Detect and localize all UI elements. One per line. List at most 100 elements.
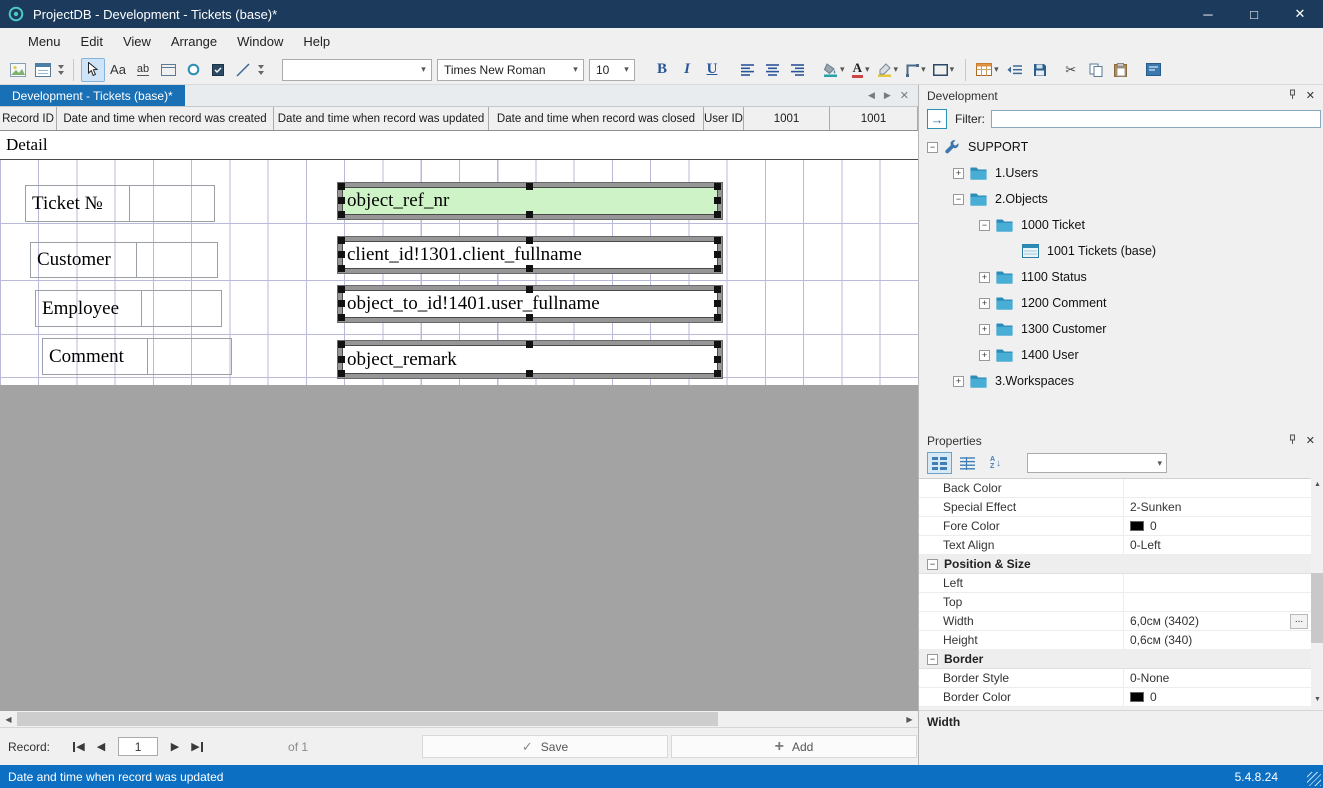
previous-record-button[interactable]: ◀ <box>90 736 112 758</box>
scrollbar-thumb[interactable] <box>17 712 718 726</box>
collapse-icon[interactable]: − <box>927 558 938 570</box>
menu-item-menu[interactable]: Menu <box>18 28 71 55</box>
selection-handle[interactable] <box>714 265 721 272</box>
tree-item-1-users[interactable]: +1.Users <box>919 160 1323 186</box>
border-style-button[interactable]: ▾ <box>930 58 958 82</box>
scrollbar-thumb[interactable] <box>1311 573 1323 643</box>
outline-button[interactable] <box>1003 58 1027 82</box>
designer-field-client-id-1301-client-fullname[interactable]: client_id!1301.client_fullname <box>338 237 722 273</box>
selection-handle[interactable] <box>338 300 345 307</box>
selection-handle[interactable] <box>714 237 721 244</box>
tab-scroll-right-icon[interactable]: ▶ <box>884 90 891 101</box>
selection-handle[interactable] <box>526 286 533 293</box>
label-tool-button[interactable]: Aa <box>106 58 130 82</box>
toolbar-overflow-chevrons[interactable] <box>56 58 66 82</box>
property-value[interactable]: 0 <box>1124 517 1311 535</box>
tab-development-tickets[interactable]: Development - Tickets (base)* <box>0 85 185 106</box>
form-view-button[interactable] <box>31 58 55 82</box>
selection-handle[interactable] <box>526 183 533 190</box>
next-record-button[interactable]: ▶ <box>164 736 186 758</box>
menu-item-edit[interactable]: Edit <box>71 28 113 55</box>
property-value[interactable] <box>1124 479 1311 497</box>
record-number-input[interactable]: 1 <box>118 737 159 756</box>
scroll-up-icon[interactable]: ▲ <box>1311 478 1323 491</box>
tree-item-1400-user[interactable]: +1400 User <box>919 342 1323 368</box>
design-canvas[interactable]: Ticket № object_ref_nr Customer client_id!1… <box>0 160 918 385</box>
properties-vertical-scrollbar[interactable]: ▲ ▼ <box>1311 478 1323 706</box>
selection-handle[interactable] <box>338 314 345 321</box>
selection-handle[interactable] <box>714 314 721 321</box>
table-insert-button[interactable]: ▾ <box>973 58 1002 82</box>
selection-handle[interactable] <box>714 183 721 190</box>
insert-image-button[interactable] <box>6 58 30 82</box>
align-center-button[interactable] <box>760 58 784 82</box>
property-value[interactable]: 0 <box>1124 688 1311 706</box>
property-row-text-align[interactable]: Text Align 0-Left <box>919 536 1311 555</box>
menu-item-arrange[interactable]: Arrange <box>161 28 227 55</box>
selection-handle[interactable] <box>526 211 533 218</box>
sort-az-button[interactable]: AZ ↓ <box>983 452 1008 474</box>
align-right-button[interactable] <box>785 58 809 82</box>
form-header-col-0[interactable]: Record ID <box>0 107 57 130</box>
designer-field-object-remark[interactable]: object_remark <box>338 341 722 378</box>
ellipsis-button[interactable]: ... <box>1290 614 1308 629</box>
tree-item-1300-customer[interactable]: +1300 Customer <box>919 316 1323 342</box>
form-header-col-5[interactable]: 1001 <box>744 107 830 130</box>
style-combobox[interactable]: ▾ <box>282 58 432 81</box>
border-corner-button[interactable]: ▾ <box>902 58 929 82</box>
form-header-col-6[interactable]: 1001 <box>830 107 918 130</box>
property-value[interactable]: 0-Left <box>1124 536 1311 554</box>
collapse-icon[interactable]: − <box>979 219 990 231</box>
expand-icon[interactable]: + <box>979 271 990 283</box>
property-row-width[interactable]: Width 6,0см (3402)... <box>919 612 1311 631</box>
close-panel-icon[interactable]: ✕ <box>1306 434 1315 447</box>
resize-grip[interactable] <box>1307 772 1321 786</box>
italic-button[interactable]: I <box>675 58 699 82</box>
selection-handle[interactable] <box>338 355 345 363</box>
selection-handle[interactable] <box>714 286 721 293</box>
more-tools-chevrons[interactable] <box>256 58 266 82</box>
selection-handle[interactable] <box>338 251 345 258</box>
designer-empty-cell[interactable] <box>148 338 232 375</box>
property-group-position-size[interactable]: − Position & Size <box>919 555 1311 574</box>
form-header-col-3[interactable]: Date and time when record was closed <box>489 107 704 130</box>
form-header-col-4[interactable]: User ID <box>704 107 744 130</box>
selection-handle[interactable] <box>338 197 345 204</box>
pin-icon[interactable] <box>1287 89 1298 103</box>
selection-handle[interactable] <box>338 211 345 218</box>
copy-button[interactable] <box>1084 58 1108 82</box>
grid-view-button[interactable] <box>955 452 980 474</box>
tree-item-1100-status[interactable]: +1100 Status <box>919 264 1323 290</box>
font-family-combobox[interactable]: Times New Roman ▾ <box>437 58 584 81</box>
property-row-fore-color[interactable]: Fore Color 0 <box>919 517 1311 536</box>
font-size-combobox[interactable]: 10 ▾ <box>589 58 635 81</box>
highlight-color-button[interactable]: ▾ <box>874 58 902 82</box>
property-row-top[interactable]: Top <box>919 593 1311 612</box>
designer-empty-cell[interactable] <box>137 242 218 278</box>
selection-handle[interactable] <box>526 341 533 348</box>
selection-handle[interactable] <box>526 314 533 321</box>
tree-item-1001-tickets-base[interactable]: 1001 Tickets (base) <box>919 238 1323 264</box>
underline-button[interactable]: U <box>700 58 724 82</box>
selection-handle[interactable] <box>714 370 721 377</box>
bold-button[interactable]: B <box>650 58 674 82</box>
property-row-height[interactable]: Height 0,6см (340) <box>919 631 1311 650</box>
selection-handle[interactable] <box>338 265 345 272</box>
designer-label-customer[interactable]: Customer <box>30 242 137 278</box>
collapse-icon[interactable]: − <box>953 193 964 205</box>
tab-close-icon[interactable]: ✕ <box>900 89 909 102</box>
minimize-button[interactable]: ─ <box>1185 0 1231 28</box>
pin-icon[interactable] <box>1287 434 1298 448</box>
selection-handle[interactable] <box>714 197 721 204</box>
expand-icon[interactable]: + <box>953 167 964 179</box>
maximize-button[interactable]: □ <box>1231 0 1277 28</box>
last-record-button[interactable]: ▶ <box>186 736 208 758</box>
selection-handle[interactable] <box>338 341 345 348</box>
form-header-col-2[interactable]: Date and time when record was updated <box>274 107 489 130</box>
selection-handle[interactable] <box>338 370 345 377</box>
line-tool-button[interactable] <box>231 58 255 82</box>
property-value[interactable]: 2-Sunken <box>1124 498 1311 516</box>
designer-empty-cell[interactable] <box>142 290 222 327</box>
textbox-tool-button[interactable]: ab <box>131 58 155 82</box>
selection-handle[interactable] <box>714 211 721 218</box>
